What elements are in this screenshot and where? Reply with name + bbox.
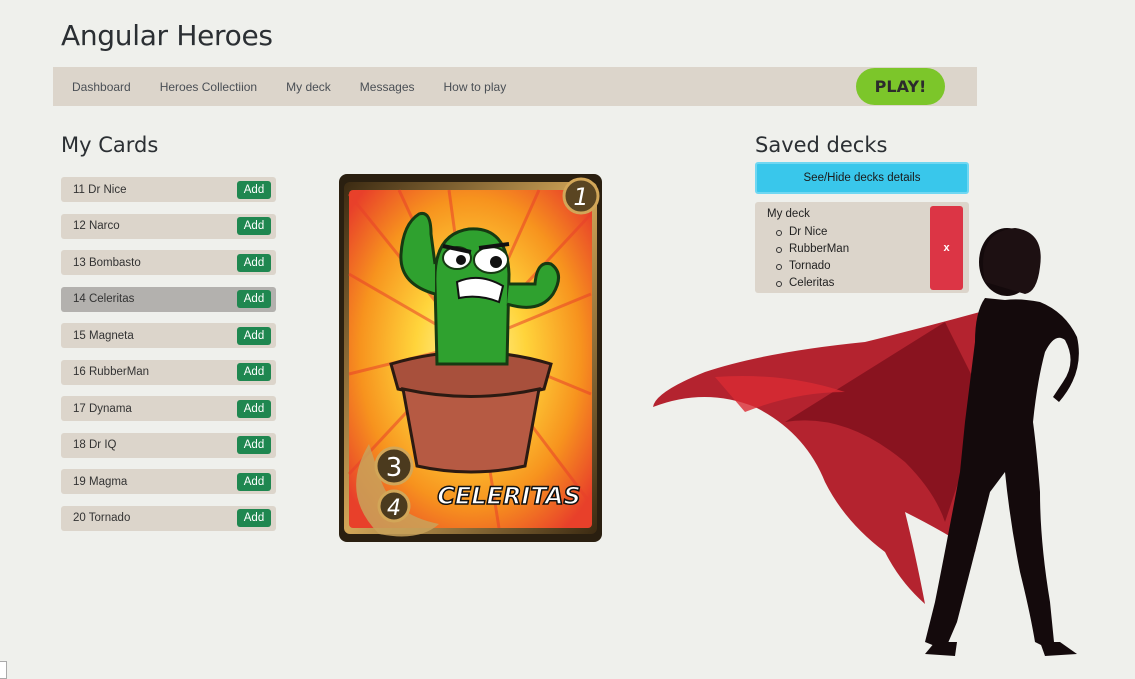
add-card-button[interactable]: Add [237, 436, 271, 454]
card-item-label: 15 Magneta [73, 329, 134, 342]
card-item-label: 13 Bombasto [73, 256, 141, 269]
deck-card-item: Tornado [767, 258, 849, 275]
attack-value: 3 [386, 453, 403, 483]
toggle-deck-details-button[interactable]: See/Hide decks details [755, 162, 969, 194]
card-item-label: 19 Magma [73, 475, 128, 488]
deck-card-item: RubberMan [767, 241, 849, 258]
saved-deck: My deck Dr Nice RubberMan Tornado Celeri… [755, 202, 969, 293]
card-item[interactable]: 19 Magma Add [61, 469, 276, 494]
card-item-label: 11 Dr Nice [73, 183, 127, 196]
my-cards-title: My Cards [61, 133, 159, 157]
add-card-button[interactable]: Add [237, 180, 271, 199]
defense-value: 4 [387, 496, 401, 521]
card-item-label: 17 Dynama [73, 402, 132, 415]
card-item[interactable]: 11 Dr Nice Add [61, 177, 276, 202]
card-item[interactable]: 12 Narco Add [61, 213, 276, 239]
nav-link-messages[interactable]: Messages [360, 80, 415, 94]
card-item[interactable]: 15 Magneta Add [61, 323, 276, 348]
hero-card-image: 1 3 4 CELERITAS [339, 174, 602, 542]
cost-value: 1 [573, 183, 588, 211]
navbar: Dashboard Heroes Collectiion My deck Mes… [53, 67, 977, 106]
hero-card-name: CELERITAS [437, 482, 580, 510]
nav-link-dashboard[interactable]: Dashboard [72, 80, 131, 94]
card-item-selected[interactable]: 14 Celeritas Add [61, 286, 276, 312]
delete-deck-button[interactable]: x [930, 206, 963, 290]
nav-link-heroes-collection[interactable]: Heroes Collectiion [160, 80, 257, 94]
card-item[interactable]: 18 Dr IQ Add [61, 432, 276, 458]
deck-card-item: Dr Nice [767, 224, 849, 241]
corner-element [0, 661, 7, 679]
card-item-label: 18 Dr IQ [73, 439, 117, 451]
saved-decks-title: Saved decks [755, 133, 888, 157]
nav-link-how-to-play[interactable]: How to play [444, 80, 507, 94]
add-card-button[interactable]: Add [237, 363, 271, 381]
add-card-button[interactable]: Add [237, 472, 271, 491]
card-item[interactable]: 17 Dynama Add [61, 396, 276, 421]
add-card-button[interactable]: Add [237, 217, 271, 235]
card-item[interactable]: 20 Tornado Add [61, 505, 276, 531]
card-item-label: 12 Narco [73, 220, 120, 232]
app-title: Angular Heroes [61, 19, 273, 52]
deck-card-item: Celeritas [767, 275, 849, 292]
page: Angular Heroes Dashboard Heroes Collecti… [0, 0, 1135, 679]
deck-card-list: Dr Nice RubberMan Tornado Celeritas [767, 224, 849, 292]
card-item-label: 20 Tornado [73, 512, 131, 524]
deck-name: My deck [767, 208, 810, 220]
play-button[interactable]: PLAY! [856, 68, 945, 105]
card-item-label: 16 RubberMan [73, 366, 150, 378]
card-item-label: 14 Celeritas [73, 293, 135, 305]
nav-link-my-deck[interactable]: My deck [286, 80, 331, 94]
card-list: 11 Dr Nice Add 12 Narco Add 13 Bombasto … [61, 177, 276, 542]
add-card-button[interactable]: Add [237, 509, 271, 527]
card-item[interactable]: 16 RubberMan Add [61, 359, 276, 385]
add-card-button[interactable]: Add [237, 290, 271, 308]
add-card-button[interactable]: Add [237, 326, 271, 345]
add-card-button[interactable]: Add [237, 399, 271, 418]
add-card-button[interactable]: Add [237, 253, 271, 272]
card-item[interactable]: 13 Bombasto Add [61, 250, 276, 275]
